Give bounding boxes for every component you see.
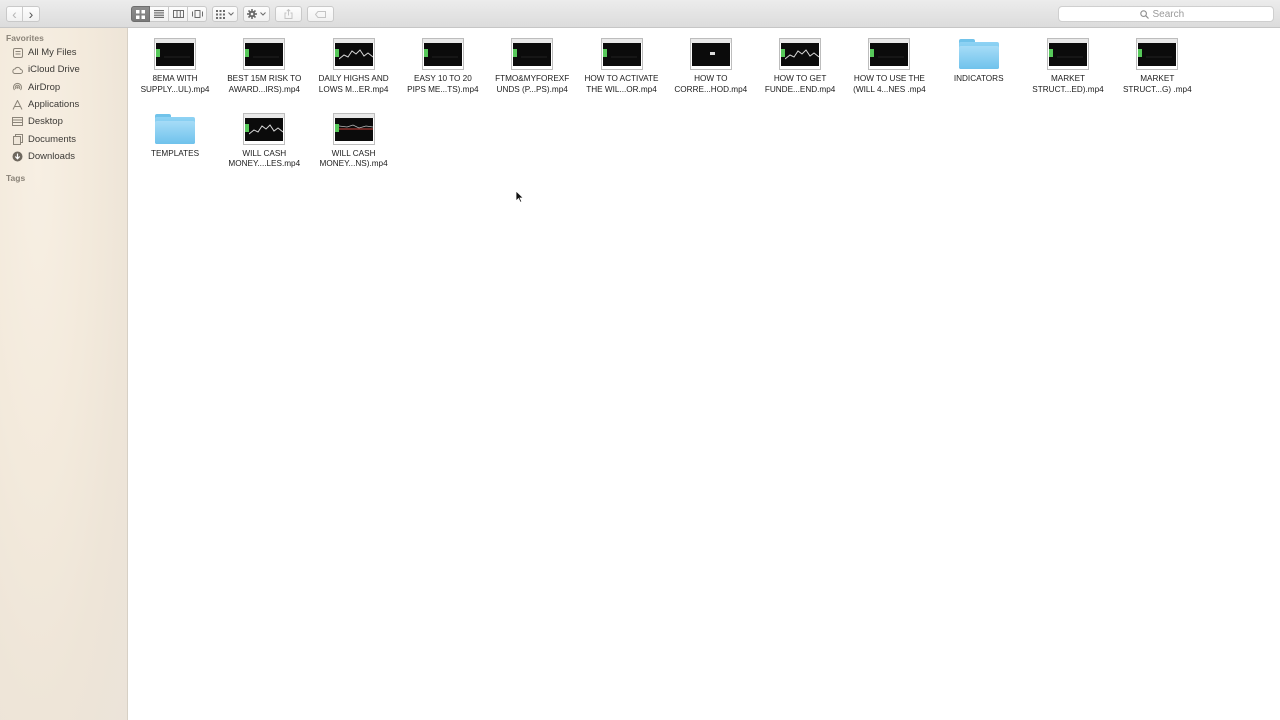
search-icon	[1139, 9, 1149, 19]
sidebar-item-label: iCloud Drive	[28, 64, 80, 75]
documents-icon	[12, 134, 23, 145]
list-view-icon	[154, 10, 164, 18]
column-view-button[interactable]	[169, 6, 188, 22]
file-item[interactable]: EASY 10 TO 20 PIPS ME...TS).mp4	[398, 28, 488, 98]
sidebar: Favorites All My Files iCloud Drive AirD…	[0, 28, 128, 720]
sidebar-item-label: Documents	[28, 134, 77, 145]
sidebar-item-label: Applications	[28, 99, 80, 110]
file-item[interactable]: FTMO&MYFOREXF UNDS (P...PS).mp4	[487, 28, 577, 98]
file-name-label: HOW TO CORRE...HOD.mp4	[674, 74, 748, 94]
search-input[interactable]	[1152, 8, 1193, 20]
file-item[interactable]: WILL CASH MONEY....LES.mp4	[219, 103, 309, 173]
cover-flow-icon	[191, 10, 203, 18]
icon-view-button[interactable]	[131, 6, 150, 22]
chevron-left-icon: ‹	[12, 6, 17, 22]
file-name-label: DAILY HIGHS AND LOWS M...ER.mp4	[318, 74, 389, 94]
file-item[interactable]: MARKET STRUCT...ED).mp4	[1023, 28, 1113, 98]
video-thumbnail-icon	[600, 38, 643, 70]
column-view-icon	[172, 10, 184, 18]
arrange-button[interactable]	[212, 6, 238, 22]
sidebar-item-downloads[interactable]: Downloads	[0, 148, 127, 165]
gear-icon	[247, 9, 257, 19]
sidebar-item-label: AirDrop	[28, 82, 61, 93]
video-thumbnail-icon	[332, 38, 375, 70]
video-thumbnail-icon	[243, 38, 286, 70]
finder-toolbar: ‹ ›	[0, 0, 1280, 28]
sidebar-item-all-my-files[interactable]: All My Files	[0, 44, 127, 61]
file-item[interactable]: MARKET STRUCT...G) .mp4	[1112, 28, 1202, 98]
downloads-icon	[12, 151, 23, 162]
edit-tags-button[interactable]	[307, 6, 334, 22]
list-view-button[interactable]	[150, 6, 169, 22]
chevron-down-icon	[260, 12, 266, 16]
file-name-label: MARKET STRUCT...G) .mp4	[1122, 74, 1192, 94]
file-name-label: BEST 15M RISK TO AWARD...IRS).mp4	[227, 74, 302, 94]
file-icon-grid: 8EMA WITH SUPPLY...UL).mp4 BEST 15M RISK …	[129, 28, 1280, 720]
file-name-label: HOW TO GET FUNDE...END.mp4	[764, 74, 836, 94]
tags-header: Tags	[6, 173, 26, 183]
action-button[interactable]	[243, 6, 270, 22]
chevron-down-icon	[228, 12, 234, 16]
file-name-label: WILL CASH MONEY...NS).mp4	[319, 148, 388, 169]
share-icon	[284, 9, 293, 19]
share-button[interactable]	[275, 6, 302, 22]
tag-icon	[315, 10, 326, 18]
file-name-label: INDICATORS	[953, 74, 1004, 83]
cover-flow-view-button[interactable]	[188, 6, 207, 22]
icon-view-icon	[136, 9, 145, 19]
file-name-label: 8EMA WITH SUPPLY...UL).mp4	[140, 74, 210, 94]
airdrop-icon	[12, 82, 23, 93]
file-name-label: MARKET STRUCT...ED).mp4	[1032, 74, 1104, 94]
search-field[interactable]	[1058, 6, 1274, 22]
file-item[interactable]: HOW TO ACTIVATE THE WIL...OR.mp4	[577, 28, 667, 98]
folder-icon	[154, 113, 196, 145]
sidebar-item-icloud-drive[interactable]: iCloud Drive	[0, 61, 127, 78]
cloud-icon	[12, 64, 23, 75]
sidebar-item-label: All My Files	[28, 47, 77, 58]
all-files-icon	[12, 47, 23, 58]
applications-icon	[12, 99, 23, 110]
video-thumbnail-icon	[868, 38, 911, 70]
chevron-right-icon: ›	[28, 6, 34, 22]
file-item[interactable]: WILL CASH MONEY...NS).mp4	[309, 103, 399, 173]
file-name-label: WILL CASH MONEY....LES.mp4	[228, 148, 301, 169]
mouse-cursor-icon	[515, 190, 524, 203]
desktop-icon	[12, 116, 23, 127]
sidebar-item-airdrop[interactable]: AirDrop	[0, 79, 127, 96]
arrange-grid-icon	[216, 9, 225, 19]
file-item[interactable]: HOW TO GET FUNDE...END.mp4	[755, 28, 845, 98]
sidebar-item-applications[interactable]: Applications	[0, 96, 127, 113]
forward-button[interactable]: ›	[23, 6, 40, 22]
back-button[interactable]: ‹	[6, 6, 23, 22]
file-item[interactable]: 8EMA WITH SUPPLY...UL).mp4	[130, 28, 220, 98]
video-thumbnail-icon	[779, 38, 822, 70]
file-item[interactable]: HOW TO USE THE (WILL 4...NES .mp4	[844, 28, 934, 98]
video-thumbnail-icon	[154, 38, 196, 70]
file-item[interactable]: BEST 15M RISK TO AWARD...IRS).mp4	[219, 28, 309, 98]
file-item[interactable]: DAILY HIGHS AND LOWS M...ER.mp4	[309, 28, 399, 98]
file-name-label: TEMPLATES	[150, 148, 200, 158]
sidebar-item-desktop[interactable]: Desktop	[0, 113, 127, 130]
file-name-label: HOW TO USE THE (WILL 4...NES .mp4	[853, 74, 926, 94]
video-thumbnail-icon	[1047, 38, 1089, 70]
video-thumbnail-icon	[421, 38, 464, 70]
video-thumbnail-icon	[511, 38, 554, 70]
file-name-label: HOW TO ACTIVATE THE WIL...OR.mp4	[584, 74, 659, 94]
video-thumbnail-icon	[243, 112, 286, 145]
sidebar-item-label: Desktop	[28, 116, 63, 127]
video-thumbnail-icon	[1136, 38, 1179, 70]
file-name-label: EASY 10 TO 20 PIPS ME...TS).mp4	[407, 74, 479, 94]
video-thumbnail-icon	[689, 38, 732, 70]
favorites-header: Favorites	[6, 33, 44, 43]
folder-item[interactable]: INDICATORS	[934, 28, 1024, 98]
file-item[interactable]: HOW TO CORRE...HOD.mp4	[666, 28, 756, 98]
sidebar-item-label: Downloads	[28, 151, 75, 162]
folder-icon	[958, 38, 1000, 70]
file-name-label: FTMO&MYFOREXF UNDS (P...PS).mp4	[495, 74, 570, 94]
video-thumbnail-icon	[332, 112, 375, 145]
folder-item[interactable]: TEMPLATES	[130, 103, 220, 173]
sidebar-item-documents[interactable]: Documents	[0, 131, 127, 148]
